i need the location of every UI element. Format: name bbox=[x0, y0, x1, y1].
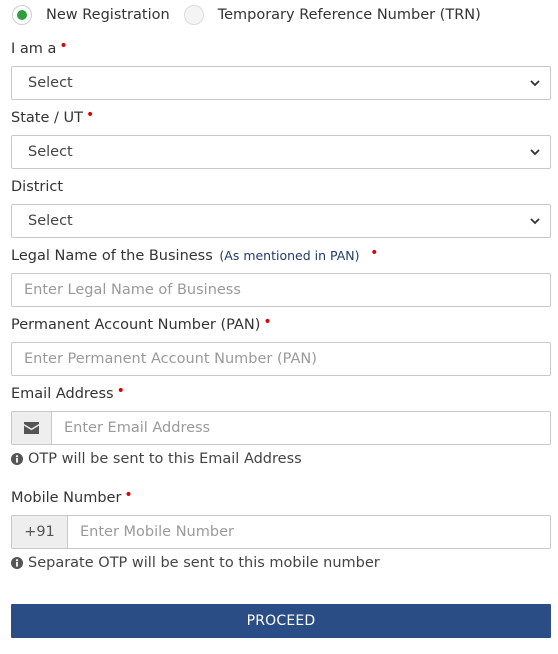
mobile-field[interactable]: +91 Enter Mobile Number bbox=[11, 515, 551, 549]
mobile-placeholder: Enter Mobile Number bbox=[80, 524, 234, 540]
email-label: Email Address • bbox=[11, 383, 125, 402]
i-am-a-label: I am a • bbox=[11, 38, 68, 57]
chevron-down-icon bbox=[530, 149, 540, 156]
info-icon bbox=[11, 453, 23, 465]
state-label: State / UT • bbox=[11, 107, 95, 126]
envelope-icon bbox=[24, 422, 39, 434]
required-marker: • bbox=[116, 383, 125, 399]
email-placeholder: Enter Email Address bbox=[64, 420, 211, 436]
required-marker: • bbox=[85, 107, 95, 123]
mobile-input[interactable]: Enter Mobile Number bbox=[68, 516, 550, 548]
district-select-value: Select bbox=[28, 213, 73, 229]
email-input[interactable]: Enter Email Address bbox=[52, 412, 550, 444]
registration-type-radio-group: New Registration Temporary Reference Num… bbox=[12, 4, 481, 26]
radio-trn[interactable]: Temporary Reference Number (TRN) bbox=[183, 5, 481, 25]
radio-dot bbox=[17, 10, 27, 20]
required-marker: • bbox=[370, 245, 379, 261]
district-select[interactable]: Select bbox=[11, 204, 551, 238]
radio-button-checked[interactable] bbox=[12, 5, 32, 25]
legal-name-placeholder: Enter Legal Name of Business bbox=[24, 282, 241, 298]
pan-label: Permanent Account Number (PAN) • bbox=[11, 314, 272, 333]
email-field[interactable]: Enter Email Address bbox=[11, 411, 551, 445]
state-select-value: Select bbox=[28, 144, 73, 160]
i-am-a-select-value: Select bbox=[28, 75, 73, 91]
required-marker: • bbox=[263, 314, 272, 330]
pan-input[interactable]: Enter Permanent Account Number (PAN) bbox=[11, 342, 551, 376]
legal-name-note: (As mentioned in PAN) bbox=[219, 248, 360, 263]
legal-name-input[interactable]: Enter Legal Name of Business bbox=[11, 273, 551, 307]
pan-placeholder: Enter Permanent Account Number (PAN) bbox=[24, 351, 317, 367]
email-help-text: OTP will be sent to this Email Address bbox=[11, 451, 302, 467]
mobile-label: Mobile Number • bbox=[11, 487, 133, 506]
mobile-help-text: Separate OTP will be sent to this mobile… bbox=[11, 555, 380, 571]
country-code-prefix: +91 bbox=[12, 516, 68, 548]
legal-name-label: Legal Name of the Business (As mentioned… bbox=[11, 245, 379, 264]
chevron-down-icon bbox=[530, 80, 540, 87]
district-label: District bbox=[11, 179, 64, 195]
radio-new-registration[interactable]: New Registration bbox=[12, 5, 170, 25]
email-addon bbox=[12, 412, 52, 444]
chevron-down-icon bbox=[530, 218, 540, 225]
radio-label-new-registration: New Registration bbox=[46, 7, 170, 23]
required-marker: • bbox=[59, 38, 68, 54]
required-marker: • bbox=[124, 487, 133, 503]
state-select[interactable]: Select bbox=[11, 135, 551, 169]
radio-label-trn: Temporary Reference Number (TRN) bbox=[217, 7, 481, 23]
radio-button-unchecked[interactable] bbox=[183, 5, 204, 25]
info-icon bbox=[11, 557, 23, 569]
i-am-a-select[interactable]: Select bbox=[11, 66, 551, 100]
proceed-button[interactable]: PROCEED bbox=[11, 604, 551, 638]
